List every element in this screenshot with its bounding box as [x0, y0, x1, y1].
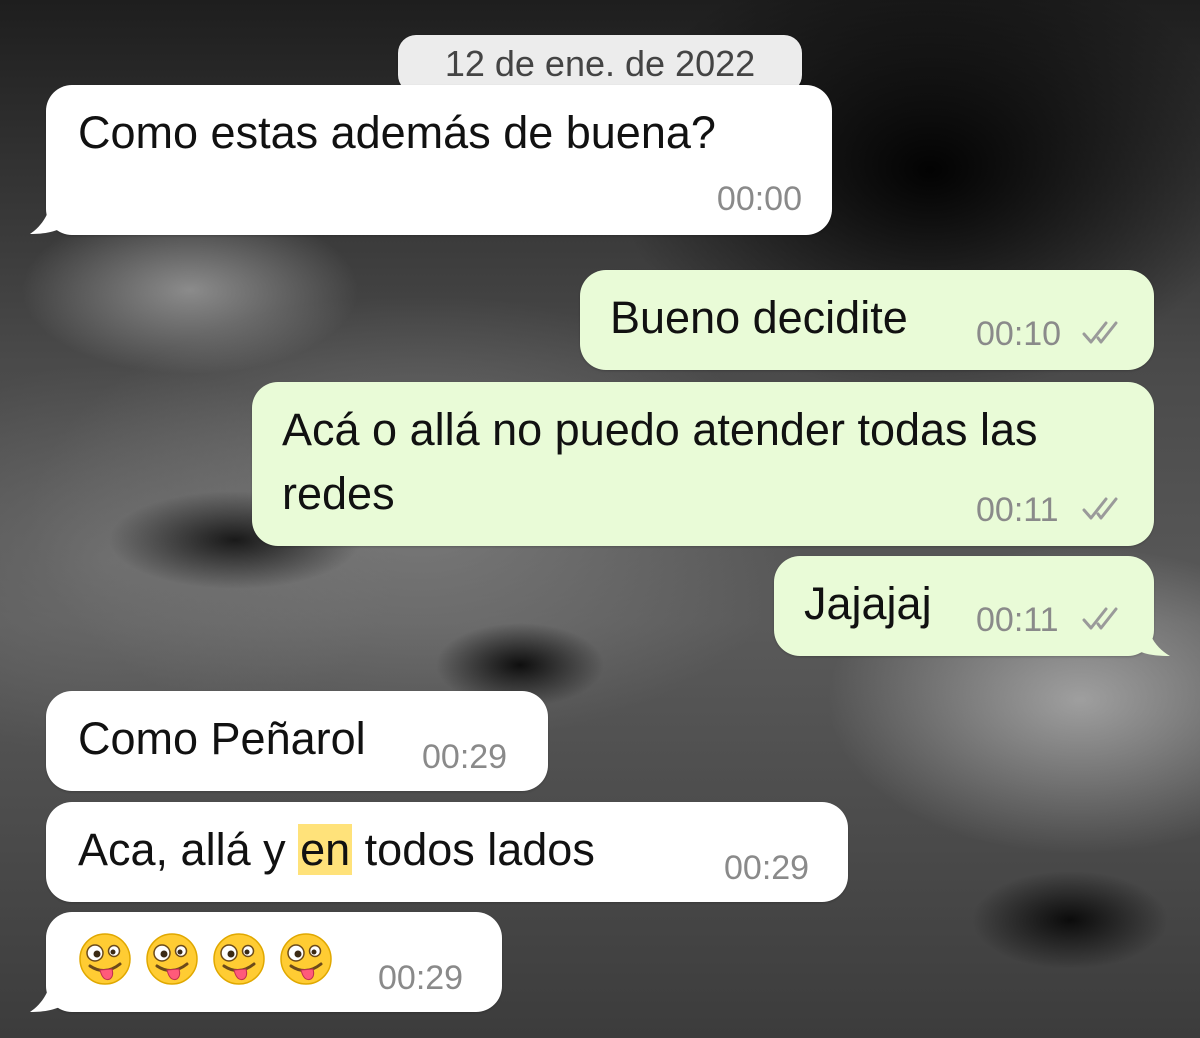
read-receipt-icon [1082, 497, 1118, 520]
emoji-row [78, 932, 333, 986]
message-text: Como estas además de buena? [78, 107, 716, 158]
message-bubble-outgoing[interactable]: Acá o allá no puedo atender todas las re… [252, 382, 1154, 546]
zany-face-emoji [146, 933, 198, 985]
search-highlight: en [298, 824, 353, 875]
message-bubble-outgoing[interactable]: Jajajaj 00:11 [774, 556, 1154, 656]
zany-face-emoji [280, 933, 332, 985]
message-text-before: Aca, allá y [78, 824, 299, 875]
message-text: Aca, allá y en todos lados [78, 818, 595, 882]
message-time: 00:11 [976, 491, 1059, 529]
message-text: Como Peñarol [78, 713, 366, 764]
zany-face-emoji [79, 933, 131, 985]
bubble-tail-incoming [30, 968, 68, 1012]
message-time: 00:29 [724, 849, 810, 887]
zany-face-emoji [213, 933, 265, 985]
message-bubble-incoming[interactable]: Aca, allá y en todos lados 00:29 [46, 802, 848, 902]
message-time: 00:11 [976, 601, 1059, 639]
read-receipt-icon [1082, 321, 1118, 344]
message-text-line-2: redes [282, 468, 395, 519]
bubble-tail-incoming [30, 190, 68, 234]
message-time: 00:00 [716, 180, 802, 218]
message-text: Bueno decidite [610, 292, 908, 343]
message-bubble-incoming[interactable]: Como Peñarol 00:29 [46, 691, 548, 791]
message-text-after: todos lados [352, 824, 595, 875]
message-time: 00:10 [976, 315, 1062, 353]
read-receipt-icon [1082, 607, 1118, 630]
message-bubble-outgoing[interactable]: Bueno decidite 00:10 [580, 270, 1154, 370]
bubble-tail-outgoing [1130, 612, 1170, 656]
message-bubble-incoming[interactable]: 00:29 [46, 912, 502, 1012]
message-time: 00:29 [422, 738, 508, 776]
message-text-line-1: Acá o allá no puedo atender todas las [282, 404, 1038, 455]
message-time: 00:29 [378, 959, 464, 997]
message-bubble-incoming[interactable]: Como estas además de buena? 00:00 [46, 85, 832, 235]
message-text: Jajajaj [804, 578, 932, 629]
